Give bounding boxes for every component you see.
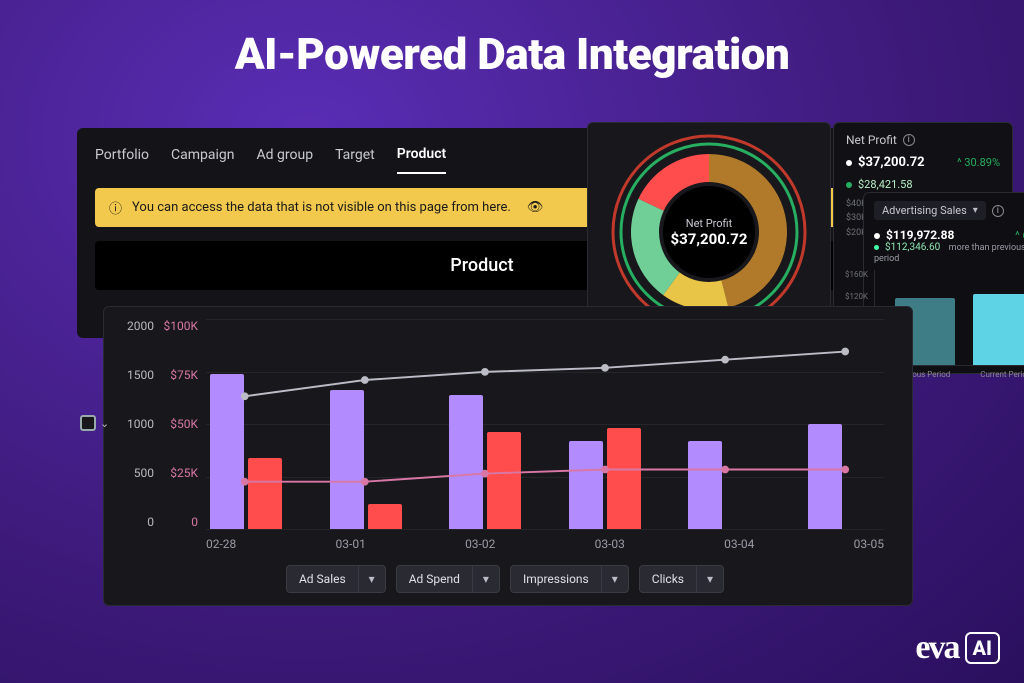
adv-delta: ^ 6.79% (1015, 229, 1024, 242)
chevron-down-icon[interactable]: ▾ (601, 566, 628, 592)
y-axis-left: $100K$75K$50K$25K0 (158, 319, 198, 529)
eye-icon[interactable]: 👁 (527, 200, 544, 215)
np-title: Net Profit (846, 133, 897, 147)
dot-icon (846, 160, 852, 166)
metric-button-clicks[interactable]: Clicks▾ (639, 565, 724, 593)
tab-campaign[interactable]: Campaign (171, 143, 234, 173)
info-icon[interactable]: i (903, 134, 915, 146)
np-secondary-row: $28,421.58 (846, 178, 1000, 191)
adv-primary-value: $119,972.88 (886, 228, 954, 242)
metric-button-row: Ad Sales▾Ad Spend▾Impressions▾Clicks▾ (116, 565, 894, 593)
info-icon[interactable]: i (992, 205, 1004, 217)
adv-secondary-value: $112,346.60 (885, 242, 940, 253)
adv-primary-row: $119,972.88 ^ 6.79% (874, 228, 1024, 242)
adv-selector-row: Advertising Sales ▾ i (874, 201, 1024, 220)
logo-ai-badge: AI (965, 632, 1000, 664)
adv-secondary-row: $112,346.60 more than previous period (874, 242, 1024, 264)
dashboard-stage: Portfolio Campaign Ad group Target Product ⓘ… (77, 128, 947, 608)
adv-bar-label: Current Period (980, 370, 1024, 379)
chevron-down-icon: ⌄ (100, 417, 109, 430)
donut-center: Net Profit $37,200.72 (671, 217, 748, 248)
dot-icon (846, 182, 852, 188)
brand-logo: eva AI (915, 629, 1000, 667)
np-delta: ^ 30.89% (957, 156, 1000, 169)
metric-button-ad-spend[interactable]: Ad Spend▾ (396, 565, 500, 593)
logo-eva: eva (915, 629, 958, 667)
metric-label: Ad Spend (397, 566, 472, 592)
metric-button-ad-sales[interactable]: Ad Sales▾ (286, 565, 386, 593)
np-primary-row: $37,200.72 ^ 30.89% (846, 155, 1000, 170)
dot-icon (874, 245, 879, 250)
x-tick: 02-28 (206, 537, 236, 551)
adv-select-label: Advertising Sales (882, 204, 967, 217)
x-tick: 03-04 (724, 537, 754, 551)
x-axis-labels: 02-28 03-01 03-02 03-03 03-04 03-05 (206, 537, 884, 551)
y-axis-right: 2000150010005000 (118, 319, 154, 529)
x-tick: 03-05 (854, 537, 884, 551)
checkbox-icon (80, 415, 96, 431)
np-primary-value: $37,200.72 (858, 155, 925, 170)
metric-label: Clicks (640, 566, 696, 592)
adv-bar (973, 294, 1024, 365)
line-overlay-svg (206, 319, 884, 522)
np-title-row: Net Profit i (846, 133, 1000, 147)
chevron-down-icon[interactable]: ▾ (358, 566, 385, 592)
chevron-down-icon[interactable]: ▾ (696, 566, 723, 592)
np-secondary-value: $28,421.58 (858, 178, 913, 191)
info-icon: ⓘ (109, 198, 122, 217)
tab-portfolio[interactable]: Portfolio (95, 143, 149, 173)
banner-text: You can access the data that is not visi… (132, 200, 511, 215)
x-tick: 03-01 (336, 537, 366, 551)
x-tick: 03-02 (465, 537, 495, 551)
x-tick: 03-03 (595, 537, 625, 551)
panel-main-chart: ⌄ 2000150010005000 $100K$75K$50K$25K0 02… (103, 306, 913, 606)
adv-select[interactable]: Advertising Sales ▾ (874, 201, 986, 220)
metric-button-impressions[interactable]: Impressions▾ (510, 565, 629, 593)
tab-ad-group[interactable]: Ad group (257, 143, 314, 173)
donut-label: Net Profit (671, 217, 748, 230)
chart-area: 2000150010005000 $100K$75K$50K$25K0 (206, 319, 884, 529)
row-select-checkbox[interactable]: ⌄ (80, 415, 109, 431)
chevron-down-icon[interactable]: ▾ (472, 566, 499, 592)
dot-icon (874, 233, 880, 239)
chevron-down-icon: ▾ (973, 205, 978, 216)
metric-label: Ad Sales (287, 566, 358, 592)
tab-product[interactable]: Product (397, 142, 446, 174)
tab-target[interactable]: Target (335, 143, 375, 173)
metric-label: Impressions (511, 566, 601, 592)
donut-value: $37,200.72 (671, 230, 748, 248)
hero-title: AI-Powered Data Integration (0, 28, 1024, 80)
